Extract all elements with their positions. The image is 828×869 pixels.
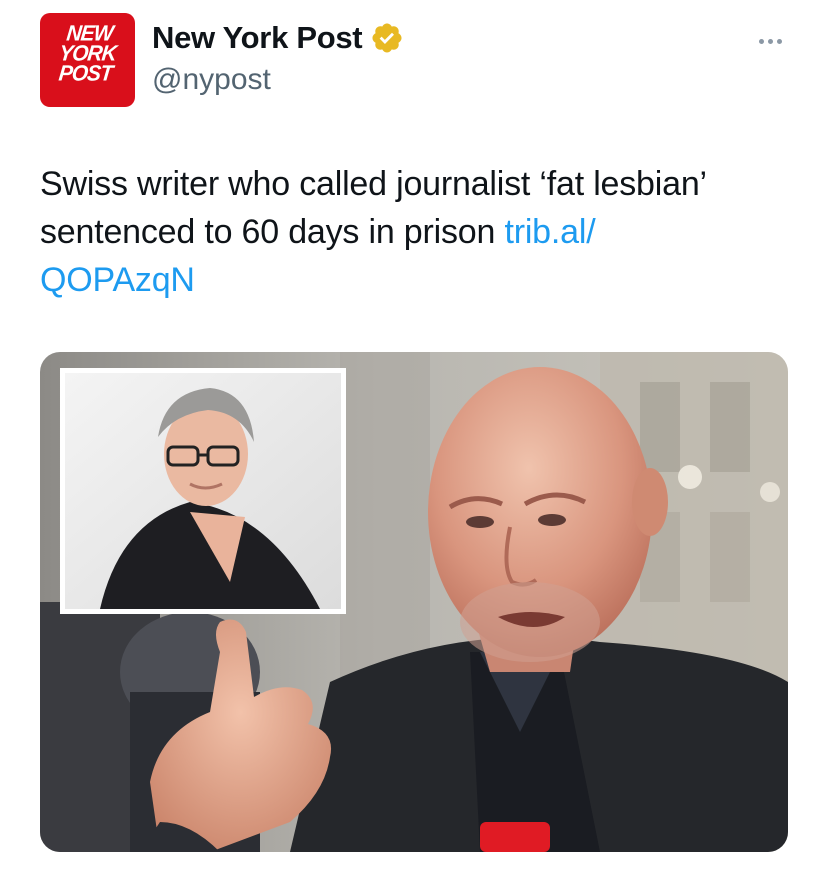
- tweet-media-photo[interactable]: [40, 352, 788, 852]
- avatar[interactable]: NEW YORK POST: [40, 13, 135, 107]
- tweet-text: Swiss writer who called journalist ‘fat …: [40, 160, 800, 304]
- tweet-body: Swiss writer who called journalist ‘fat …: [40, 165, 706, 251]
- tweet-link-part-2: QOPAzqN: [40, 261, 195, 299]
- logo-wordmark: NEW YORK POST: [57, 21, 118, 86]
- verified-gold-check-icon[interactable]: [370, 21, 404, 55]
- display-name[interactable]: New York Post: [152, 20, 363, 56]
- photo-illustration: [40, 352, 788, 852]
- tweet-card: NEW YORK POST New York Post @nypost Swis…: [0, 0, 828, 869]
- tweet-link-part-1: trib.al/: [504, 213, 596, 251]
- more-dot: [758, 38, 764, 44]
- author-name-row: New York Post: [152, 20, 404, 56]
- more-horizontal-icon[interactable]: [750, 26, 790, 56]
- new-york-post-logo: NEW YORK POST: [40, 13, 135, 107]
- author-handle[interactable]: @nypost: [152, 63, 271, 97]
- more-dot: [767, 38, 773, 44]
- more-dot: [776, 38, 782, 44]
